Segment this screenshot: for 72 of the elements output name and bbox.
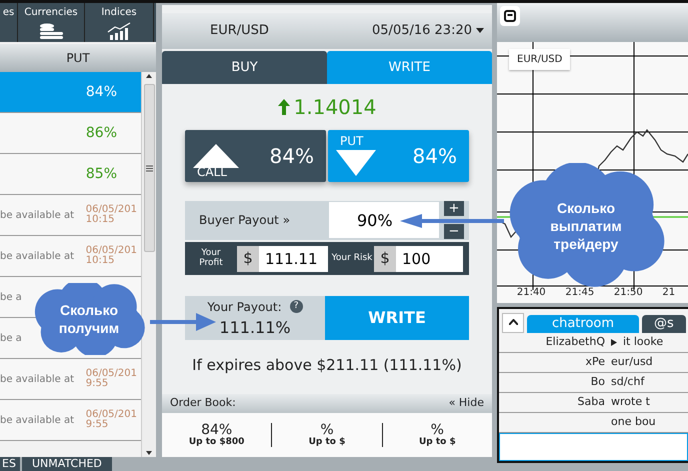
hide-link[interactable]: « Hide [448,395,484,412]
scrollbar[interactable] [141,72,156,457]
decrease-button[interactable]: − [444,224,464,240]
chat-message: wrote t [611,394,650,410]
availability-note: be available at [0,208,74,222]
datetime-dropdown[interactable]: 05/05/16 23:20 [372,21,484,41]
category-tab[interactable]: Indices [85,3,154,42]
category-tab[interactable]: es [0,3,18,42]
currency-label: $ [374,246,396,272]
down-triangle-icon [336,150,376,176]
order-limit: Up to $ [418,438,457,448]
window-icon [504,10,516,22]
category-tab[interactable]: Currencies [18,3,85,42]
help-icon[interactable]: ? [290,300,303,314]
order-limit: Up to $800 [188,438,246,448]
increase-button[interactable]: + [444,201,464,216]
bottom-tab[interactable]: ES [0,457,20,471]
price-value: 1.14014 [294,94,376,122]
profit-field[interactable]: 111.11 [259,246,328,272]
time-label: 21:50 [614,286,643,300]
caret-icon [476,28,484,34]
buyer-payout-field[interactable]: 90% [329,202,439,238]
time-label: 21:40 [516,286,546,300]
chat-username: ElizabethQ [544,334,605,350]
column-header: PUT [0,44,156,72]
currency-label: $ [237,246,259,272]
order-limit: Up to $ [308,438,346,448]
pointer-icon [611,339,617,346]
profit-label: Your Profit [198,249,224,268]
window-toggle-button[interactable] [500,6,520,26]
time-label: 21:45 [565,286,594,300]
grip-icon [146,164,152,172]
time-label: 21 [662,286,676,300]
chat-message: one bou [611,414,656,430]
chat-message: eur/usd [611,354,653,370]
up-arrow-icon [278,99,290,116]
payout-label: Your Payout: [207,298,282,316]
up-triangle-icon [193,144,239,168]
expiry-note: If expires above $211.11 (111.11%) [191,354,463,376]
expiry-date: 06/05/201 9:55 [86,410,137,430]
pair-label: EUR/USD [210,22,269,40]
order-percent: % [320,423,334,438]
chart-label: EUR/USD [509,49,570,70]
coins-icon [38,22,64,40]
buyer-payout-label: Buyer Payout » [199,212,290,230]
availability-note: be a [0,332,22,346]
chat-input[interactable] [499,433,688,461]
order-percent: 84% [201,423,232,438]
expiry-date: 06/05/201 10:15 [86,246,137,266]
chat-username: Saba [576,394,605,410]
chat-tab[interactable]: @s [642,315,686,333]
bottom-tab[interactable]: UNMATCHED [22,457,112,471]
risk-label: Your Risk [330,254,374,264]
availability-note: be a [0,290,22,304]
risk-field[interactable]: 100 [396,246,463,272]
expiry-date: 06/05/201 9:55 [86,368,137,390]
payout-value: 111.11% [219,316,291,339]
bar-chart-icon [107,22,131,40]
availability-note: be available at [0,250,74,264]
mode-tab[interactable]: BUY [162,50,327,84]
chat-username: xPe [584,354,605,370]
expiry-date: 06/05/201 10:15 [86,204,137,226]
arrow [150,311,216,333]
chat-username: Bo [590,374,605,390]
order-book-title: Order Book: [170,395,236,412]
availability-note: be available at [0,414,74,428]
collapse-button[interactable] [502,313,524,333]
chat-message: it looke [623,334,664,350]
chevron-up-icon [508,318,518,325]
order-percent: % [430,423,444,438]
availability-note: be available at [0,372,74,386]
chat-message: sd/chf [611,374,644,390]
